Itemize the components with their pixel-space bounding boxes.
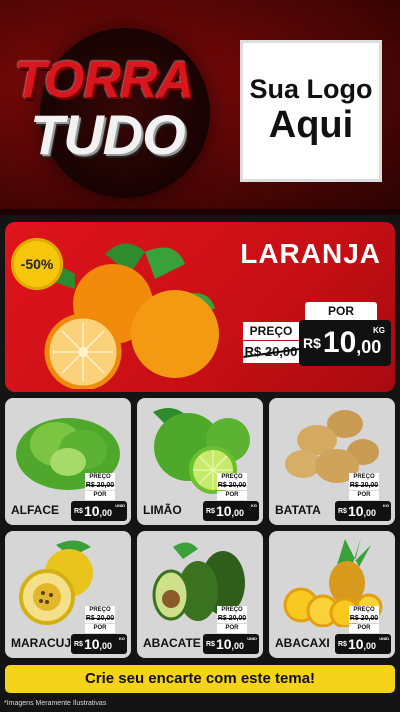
flyer-page: TORRA TUDO Sua Logo Aqui -50% LARANJA PO… bbox=[0, 0, 400, 712]
price-integer: 10 bbox=[322, 326, 357, 359]
header-banner: TORRA TUDO Sua Logo Aqui bbox=[0, 0, 400, 215]
currency: R$ bbox=[303, 335, 321, 351]
por-label: POR bbox=[349, 624, 379, 633]
orange-image bbox=[44, 243, 219, 389]
price-integer: 10 bbox=[215, 636, 232, 652]
logo-placeholder[interactable]: Sua Logo Aqui bbox=[240, 40, 382, 182]
unit-label: UNID bbox=[247, 636, 257, 641]
old-price: R$ 20,00 bbox=[349, 614, 379, 623]
price-decimal: ,00 bbox=[99, 640, 113, 651]
old-price: R$ 20,00 bbox=[217, 481, 247, 490]
cta-button[interactable]: Crie seu encarte com este tema! bbox=[5, 665, 395, 693]
por-label: POR bbox=[85, 624, 115, 633]
price-tag: PREÇO R$ 20,00 POR R$ 10 ,00 UNID bbox=[335, 606, 391, 654]
product-card-batata[interactable]: BATATA PREÇO R$ 20,00 POR R$ 10 ,00 KG bbox=[269, 398, 395, 525]
logo-text-line2: Aqui bbox=[268, 103, 354, 146]
unit-label: KG bbox=[373, 326, 385, 335]
product-name: ABACATE bbox=[143, 636, 201, 650]
product-name: ALFACE bbox=[11, 503, 59, 517]
product-card-maracuja[interactable]: MARACUJÁ PREÇO R$ 20,00 POR R$ 10 ,00 KG bbox=[5, 531, 131, 658]
por-label: POR bbox=[217, 491, 247, 500]
por-label: POR bbox=[305, 302, 377, 320]
old-price: R$ 20,00 bbox=[217, 614, 247, 623]
new-price: R$ 10 ,00 KG bbox=[335, 501, 391, 521]
price-decimal: ,00 bbox=[231, 507, 245, 518]
por-label: POR bbox=[349, 491, 379, 500]
unit-label: UNID bbox=[115, 503, 125, 508]
price-decimal: ,00 bbox=[99, 507, 113, 518]
discount-badge: -50% bbox=[11, 238, 63, 290]
price-tag: PREÇO R$ 20,00 POR R$ 10 ,00 KG bbox=[335, 473, 391, 521]
new-price: R$ 10 ,00 KG bbox=[71, 634, 127, 654]
por-label: POR bbox=[85, 491, 115, 500]
unit-label: KG bbox=[383, 503, 389, 508]
unit-label: KG bbox=[119, 636, 125, 641]
brand-title-line2: TUDO bbox=[30, 103, 186, 166]
new-price: R$ 10 ,00 UNID bbox=[203, 634, 259, 654]
new-price: R$ 10 ,00 UNID bbox=[71, 501, 127, 521]
price-decimal: ,00 bbox=[363, 507, 377, 518]
price-integer: 10 bbox=[347, 503, 364, 519]
footnote: *Imagens Meramente Ilustrativas bbox=[4, 700, 107, 707]
currency: R$ bbox=[338, 507, 347, 515]
currency: R$ bbox=[74, 640, 83, 648]
logo-text-line1: Sua Logo bbox=[249, 74, 373, 105]
old-price-value: R$ 20,00 bbox=[244, 344, 298, 359]
old-price: R$ 20,00 bbox=[85, 614, 115, 623]
price-tag: PREÇO R$ 20,00 POR R$ 10 ,00 KG bbox=[71, 606, 127, 654]
new-price: R$ 10 ,00 KG bbox=[299, 320, 391, 366]
unit-label: UNID bbox=[379, 636, 389, 641]
new-price: R$ 10 ,00 KG bbox=[203, 501, 259, 521]
price-integer: 10 bbox=[83, 636, 100, 652]
product-name: ABACAXI bbox=[275, 636, 330, 650]
price-decimal: ,00 bbox=[356, 336, 382, 357]
currency: R$ bbox=[74, 507, 83, 515]
currency: R$ bbox=[206, 640, 215, 648]
product-card-abacate[interactable]: ABACATE PREÇO R$ 20,00 POR R$ 10 ,00 UNI… bbox=[137, 531, 263, 658]
new-price: R$ 10 ,00 UNID bbox=[335, 634, 391, 654]
price-tag: PREÇO R$ 20,00 POR R$ 10 ,00 KG bbox=[203, 473, 259, 521]
product-name: MARACUJÁ bbox=[11, 636, 80, 650]
old-price: R$ 20,00 bbox=[349, 481, 379, 490]
price-integer: 10 bbox=[347, 636, 364, 652]
product-card-limao[interactable]: LIMÃO PREÇO R$ 20,00 POR R$ 10 ,00 KG bbox=[137, 398, 263, 525]
price-tag: PREÇO R$ 20,00 POR R$ 10 ,00 UNID bbox=[71, 473, 127, 521]
price-tag: PREÇO R$ 20,00 POR R$ 10 ,00 UNID bbox=[203, 606, 259, 654]
currency: R$ bbox=[206, 507, 215, 515]
product-name: LIMÃO bbox=[143, 503, 182, 517]
featured-price-tag: POR PREÇO R$ 20,00 R$ 10 ,00 KG bbox=[243, 302, 391, 382]
product-card-alface[interactable]: ALFACE PREÇO R$ 20,00 POR R$ 10 ,00 UNID bbox=[5, 398, 131, 525]
featured-offer[interactable]: -50% LARANJA POR PREÇO R$ 20,00 R$ 10 ,0… bbox=[5, 222, 395, 392]
old-price: R$ 20,00 bbox=[243, 341, 299, 363]
price-decimal: ,00 bbox=[363, 640, 377, 651]
product-name: BATATA bbox=[275, 503, 321, 517]
product-card-abacaxi[interactable]: ABACAXI PREÇO R$ 20,00 POR R$ 10 ,00 UNI… bbox=[269, 531, 395, 658]
por-label: POR bbox=[217, 624, 247, 633]
preco-label: PREÇO bbox=[243, 322, 299, 340]
featured-product-name: LARANJA bbox=[240, 238, 381, 269]
price-decimal: ,00 bbox=[231, 640, 245, 651]
price-integer: 10 bbox=[83, 503, 100, 519]
brand-title-line1: TORRA bbox=[14, 51, 194, 109]
price-integer: 10 bbox=[215, 503, 232, 519]
currency: R$ bbox=[338, 640, 347, 648]
old-price: R$ 20,00 bbox=[85, 481, 115, 490]
unit-label: KG bbox=[251, 503, 257, 508]
